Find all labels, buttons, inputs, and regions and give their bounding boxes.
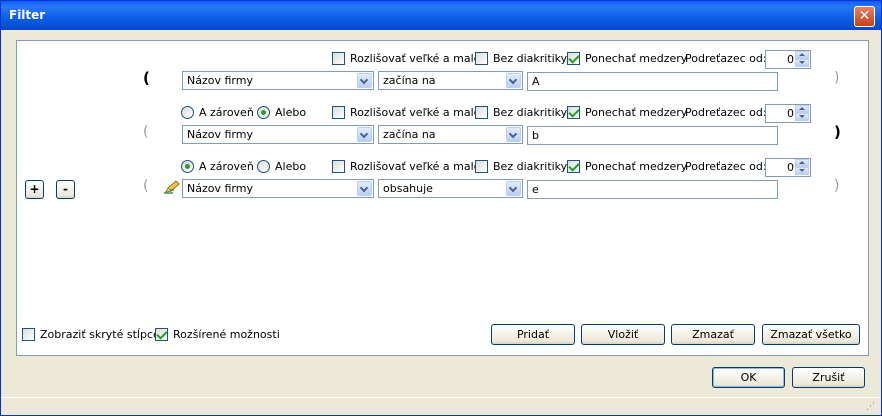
row3-and-label: A zároveň xyxy=(199,160,254,173)
filter-dialog: Filter ✕ Rozlišovať veľké a malé Bez dia… xyxy=(0,0,882,416)
row2-case-checkbox[interactable] xyxy=(332,106,345,119)
row1-value-input[interactable]: A xyxy=(527,72,778,91)
spin-down-icon[interactable] xyxy=(795,167,809,175)
chevron-down-icon[interactable] xyxy=(506,181,521,196)
row1-substring-spinner[interactable]: 0 xyxy=(765,50,811,69)
row2-and-radio[interactable] xyxy=(181,106,194,119)
row3-operator-select[interactable]: obsahuje xyxy=(378,179,523,198)
row3-value-text: e xyxy=(532,183,539,196)
spin-up-icon[interactable] xyxy=(795,51,809,59)
row2-field-value: Názov firmy xyxy=(187,128,253,141)
row3-diacritics-checkbox[interactable] xyxy=(475,160,488,173)
row3-case-label: Rozlišovať veľké a malé xyxy=(350,160,481,173)
add-condition-button[interactable]: + xyxy=(25,180,44,199)
show-hidden-columns-label: Zobraziť skryté stĺpce xyxy=(40,328,160,341)
row2-case-label: Rozlišovať veľké a malé xyxy=(350,106,481,119)
cancel-button[interactable]: Zrušiť xyxy=(792,367,865,388)
edit-pencil-icon xyxy=(164,180,180,194)
row3-or-radio[interactable] xyxy=(257,160,270,173)
status-bar: ⋰ xyxy=(1,397,881,416)
insert-button[interactable]: Vložiť xyxy=(581,324,665,345)
row2-open-paren[interactable]: ( xyxy=(143,124,148,140)
row1-case-label: Rozlišovať veľké a malé xyxy=(350,52,481,65)
row3-spaces-label: Ponechať medzery xyxy=(585,160,688,173)
row2-operator-select[interactable]: začína na xyxy=(378,125,523,144)
row3-substring-label: Podreťazec od: xyxy=(685,160,767,173)
row3-value-input[interactable]: e xyxy=(527,180,778,199)
row2-spaces-label: Ponechať medzery xyxy=(585,106,688,119)
row2-spin-value: 0 xyxy=(787,107,794,120)
row3-case-checkbox[interactable] xyxy=(332,160,345,173)
row2-spaces-checkbox[interactable] xyxy=(567,106,580,119)
spin-up-icon[interactable] xyxy=(795,159,809,167)
row3-open-paren[interactable]: ( xyxy=(143,178,148,194)
row1-operator-select[interactable]: začína na xyxy=(378,71,523,90)
spin-down-icon[interactable] xyxy=(795,113,809,121)
spin-down-icon[interactable] xyxy=(795,59,809,67)
title-bar[interactable]: Filter ✕ xyxy=(1,1,881,30)
extended-options-checkbox[interactable] xyxy=(155,328,168,341)
chevron-down-icon[interactable] xyxy=(506,127,521,142)
row1-substring-label: Podreťazec od: xyxy=(685,52,767,65)
row3-substring-spinner[interactable]: 0 xyxy=(765,158,811,177)
row1-operator-value: začína na xyxy=(383,74,436,87)
row3-or-label: Alebo xyxy=(275,160,307,173)
row1-spaces-checkbox[interactable] xyxy=(567,52,580,65)
row1-spin-value: 0 xyxy=(787,53,794,66)
row2-value-text: b xyxy=(532,129,539,142)
row1-diacritics-label: Bez diakritiky xyxy=(493,52,568,65)
remove-condition-button[interactable]: - xyxy=(56,180,75,199)
row1-field-select[interactable]: Názov firmy xyxy=(182,71,374,90)
show-hidden-columns-checkbox[interactable] xyxy=(22,328,35,341)
spin-up-icon[interactable] xyxy=(795,105,809,113)
row2-or-radio[interactable] xyxy=(257,106,270,119)
row1-field-value: Názov firmy xyxy=(187,74,253,87)
ok-button[interactable]: OK xyxy=(712,367,785,388)
row3-field-value: Názov firmy xyxy=(187,182,253,195)
row2-close-paren[interactable]: ) xyxy=(834,123,841,141)
chevron-down-icon[interactable] xyxy=(357,73,372,88)
delete-button[interactable]: Zmazať xyxy=(671,324,755,345)
window-title: Filter xyxy=(9,8,46,22)
row2-diacritics-checkbox[interactable] xyxy=(475,106,488,119)
close-button[interactable]: ✕ xyxy=(854,6,875,27)
row3-field-select[interactable]: Názov firmy xyxy=(182,179,374,198)
chevron-down-icon[interactable] xyxy=(506,73,521,88)
row1-open-paren[interactable]: ( xyxy=(143,69,150,87)
resize-grip-icon[interactable]: ⋰ xyxy=(866,402,878,414)
row2-or-label: Alebo xyxy=(275,106,307,119)
row2-and-label: A zároveň xyxy=(199,106,254,119)
row2-diacritics-label: Bez diakritiky xyxy=(493,106,568,119)
row2-field-select[interactable]: Názov firmy xyxy=(182,125,374,144)
row3-operator-value: obsahuje xyxy=(383,182,433,195)
row1-spaces-label: Ponechať medzery xyxy=(585,52,688,65)
row2-value-input[interactable]: b xyxy=(527,126,778,145)
row2-substring-label: Podreťazec od: xyxy=(685,106,767,119)
chevron-down-icon[interactable] xyxy=(357,181,372,196)
row1-diacritics-checkbox[interactable] xyxy=(475,52,488,65)
row1-case-checkbox[interactable] xyxy=(332,52,345,65)
row3-diacritics-label: Bez diakritiky xyxy=(493,160,568,173)
row2-operator-value: začína na xyxy=(383,128,436,141)
row1-close-paren[interactable]: ) xyxy=(834,70,839,86)
extended-options-label: Rozšírené možnosti xyxy=(173,328,280,341)
row1-value-text: A xyxy=(532,75,540,88)
row3-spin-value: 0 xyxy=(787,161,794,174)
delete-all-button[interactable]: Zmazať všetko xyxy=(762,324,860,345)
chevron-down-icon[interactable] xyxy=(357,127,372,142)
row3-spaces-checkbox[interactable] xyxy=(567,160,580,173)
add-button[interactable]: Pridať xyxy=(491,324,575,345)
row2-substring-spinner[interactable]: 0 xyxy=(765,104,811,123)
row3-close-paren[interactable]: ) xyxy=(834,178,839,194)
dialog-footer: OK Zrušiť xyxy=(1,361,881,397)
filter-panel: Rozlišovať veľké a malé Bez diakritiky P… xyxy=(16,40,869,356)
row3-and-radio[interactable] xyxy=(181,160,194,173)
